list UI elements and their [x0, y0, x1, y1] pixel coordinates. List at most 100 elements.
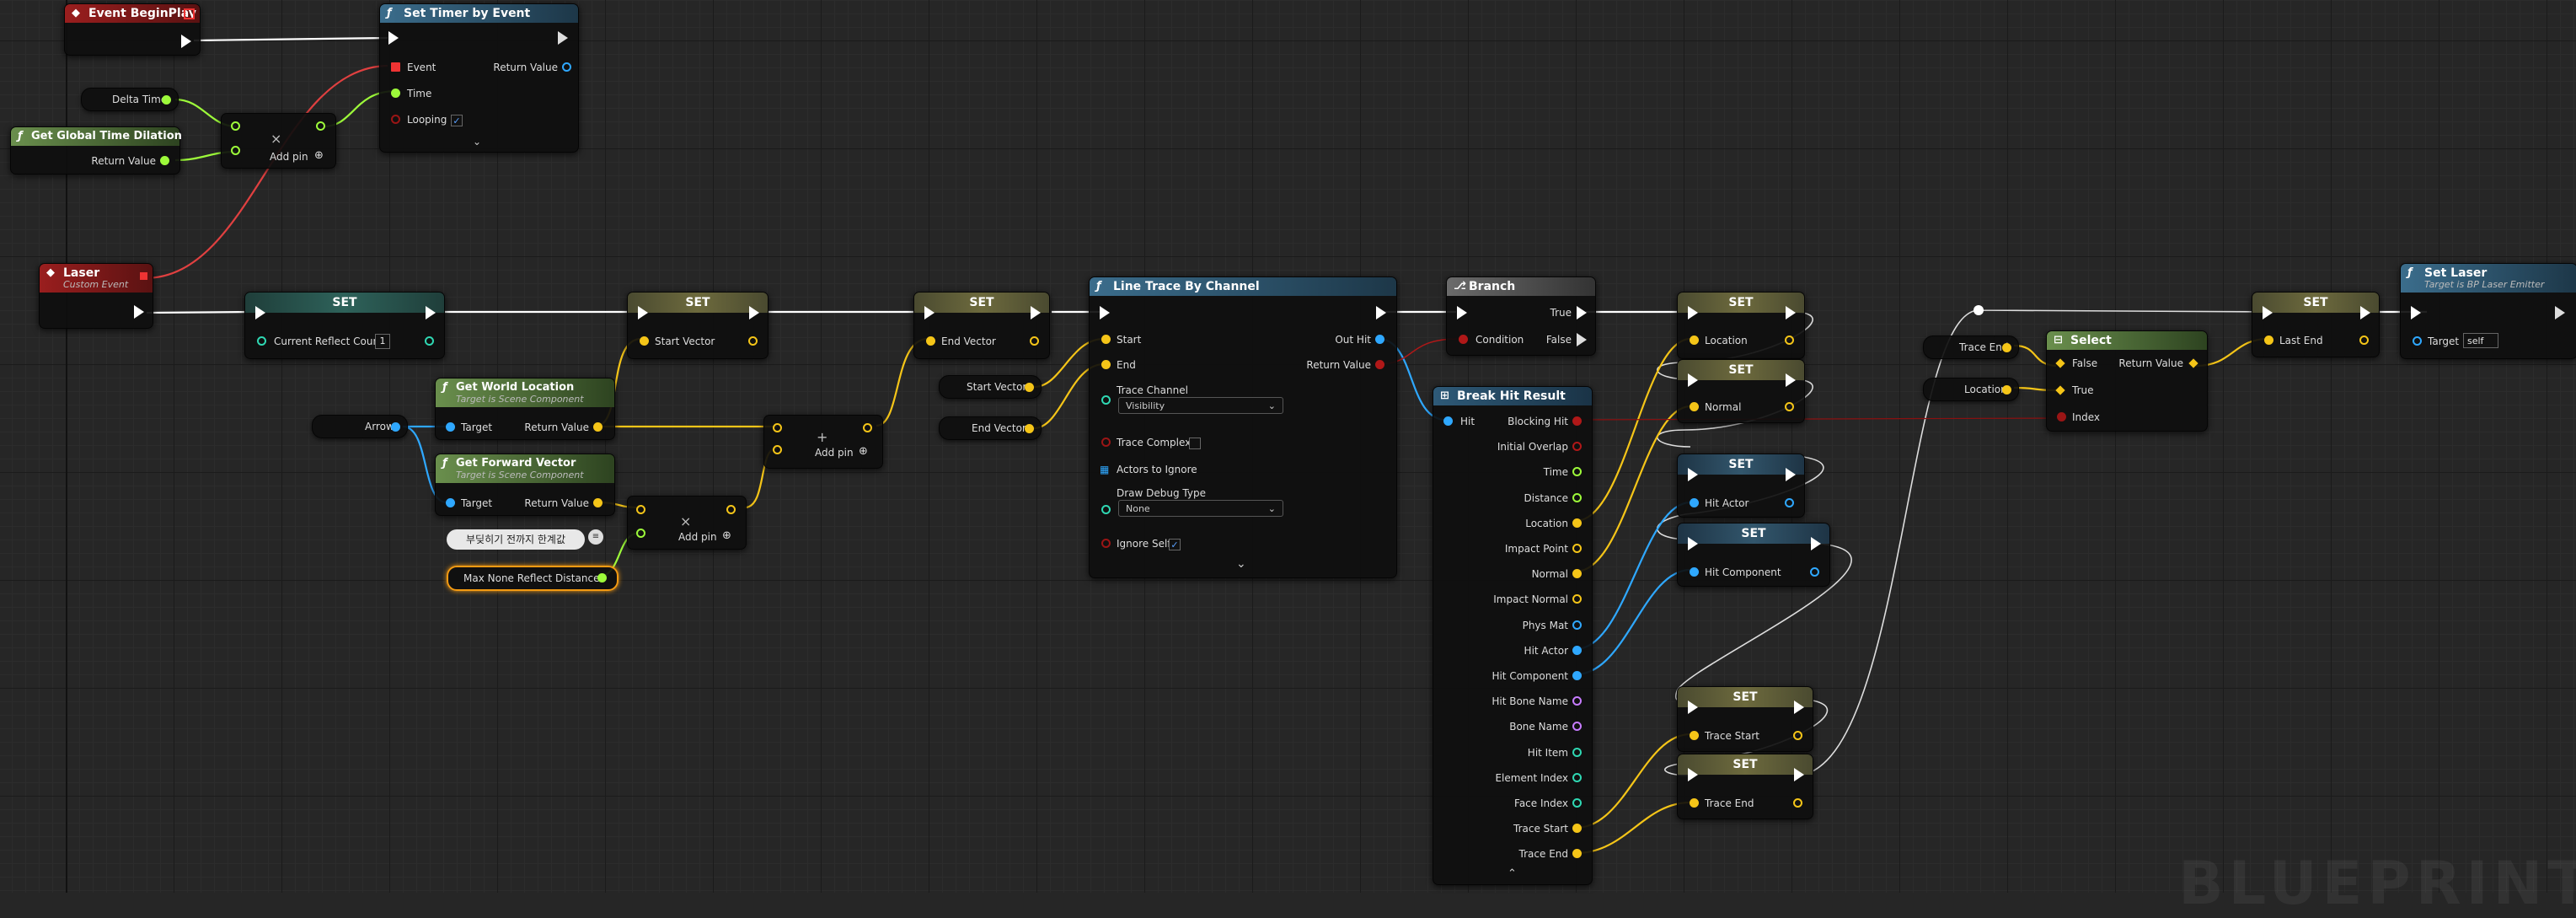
false-exec-pin[interactable]	[1577, 333, 1587, 346]
exec-in-pin[interactable]	[924, 306, 935, 319]
object-in-pin[interactable]	[1690, 498, 1699, 507]
vector-in-pin[interactable]	[1690, 336, 1699, 345]
result-pin[interactable]	[316, 121, 325, 131]
vector-in-pin[interactable]	[926, 336, 935, 346]
exec-out-pin[interactable]	[134, 305, 144, 319]
vector-in-pin[interactable]	[1690, 402, 1699, 411]
vector-out-pin[interactable]	[1785, 402, 1794, 411]
object-out-pin[interactable]	[1785, 498, 1794, 507]
reflect-count-input[interactable]: 1	[375, 334, 390, 349]
multiply-vector-node[interactable]: × Add pin ⊕	[627, 496, 747, 550]
exec-in-pin[interactable]	[1688, 537, 1698, 550]
get-world-location-node[interactable]: ƒ Get World Location Target is Scene Comp…	[435, 378, 615, 440]
result-pin[interactable]	[726, 505, 736, 514]
exec-out-pin[interactable]	[1811, 537, 1821, 550]
exec-out-pin[interactable]	[181, 35, 191, 48]
add-pin-icon[interactable]: ⊕	[722, 529, 731, 542]
comment-bubble[interactable]: 부딪히기 전까지 한계값	[447, 529, 585, 550]
exec-out-pin[interactable]	[426, 306, 436, 319]
ignore-self-pin[interactable]	[1101, 539, 1111, 548]
int-in-pin[interactable]	[257, 336, 266, 346]
break-hit-output-pin[interactable]	[1572, 696, 1582, 706]
branch-node[interactable]: ⎇ Branch Condition True False	[1446, 276, 1596, 356]
laser-custom-event-node[interactable]: ◆ Laser Custom Event	[39, 263, 153, 329]
object-out-pin[interactable]	[391, 422, 400, 432]
b-pin[interactable]	[231, 146, 240, 155]
index-pin[interactable]	[2057, 412, 2066, 421]
set-start-vector-node[interactable]: SET Start Vector	[627, 292, 769, 359]
looping-pin[interactable]	[391, 115, 400, 124]
exec-in-pin[interactable]	[388, 31, 399, 45]
set-end-vector-node[interactable]: SET End Vector	[913, 292, 1050, 359]
set-hit-actor-node[interactable]: SET Hit Actor	[1677, 454, 1805, 518]
exec-in-pin[interactable]	[638, 306, 648, 319]
exec-in-pin[interactable]	[1688, 373, 1698, 387]
vector-out-pin[interactable]	[1793, 731, 1802, 740]
target-pin[interactable]	[446, 422, 455, 432]
start-pin[interactable]	[1101, 335, 1111, 344]
draw-debug-dropdown[interactable]: None ⌄	[1118, 500, 1283, 517]
draw-debug-pin[interactable]	[1101, 505, 1111, 514]
ignore-self-checkbox[interactable]: ✓	[1169, 539, 1181, 550]
break-hit-output-pin[interactable]	[1572, 824, 1582, 834]
exec-in-pin[interactable]	[1688, 306, 1698, 319]
break-hit-output-pin[interactable]	[1572, 442, 1582, 452]
event-pin[interactable]	[391, 62, 400, 72]
break-hit-output-pin[interactable]	[1572, 467, 1582, 477]
set-trace-start-node[interactable]: SET Trace Start	[1677, 686, 1813, 752]
reroute-knot[interactable]	[1974, 305, 1984, 315]
expand-chevron-icon[interactable]: ⌄	[1236, 557, 1246, 571]
target-pin[interactable]	[446, 498, 455, 507]
break-hit-output-pin[interactable]	[1572, 747, 1582, 757]
target-pin[interactable]	[2413, 336, 2422, 346]
vector-out-pin[interactable]	[1030, 336, 1039, 346]
break-hit-output-pin[interactable]	[1572, 671, 1582, 680]
trace-channel-dropdown[interactable]: Visibility ⌄	[1118, 397, 1283, 414]
float-out-pin[interactable]	[597, 573, 607, 582]
trace-end-getter[interactable]: Trace End	[1923, 336, 2019, 359]
break-hit-output-pin[interactable]	[1572, 492, 1582, 502]
get-forward-vector-node[interactable]: ƒ Get Forward Vector Target is Scene Comp…	[435, 454, 615, 516]
vector-out-pin[interactable]	[748, 336, 758, 346]
break-hit-output-pin[interactable]	[1572, 798, 1582, 808]
exec-in-pin[interactable]	[1688, 468, 1698, 481]
set-trace-end-node[interactable]: SET Trace End	[1677, 754, 1813, 819]
exec-out-pin[interactable]	[1786, 468, 1796, 481]
end-vector-getter[interactable]: End Vector	[939, 416, 1042, 440]
line-trace-by-channel-node[interactable]: ƒ Line Trace By Channel Start End Trace C…	[1089, 276, 1397, 578]
vector-in-pin[interactable]	[2264, 336, 2273, 345]
int-out-pin[interactable]	[425, 336, 434, 346]
break-hit-output-pin[interactable]	[1572, 544, 1582, 553]
arrow-getter[interactable]: Arrow	[312, 415, 408, 438]
exec-out-pin[interactable]	[1794, 701, 1804, 714]
break-hit-output-pin[interactable]	[1572, 772, 1582, 782]
exec-in-pin[interactable]	[2411, 306, 2421, 319]
vector-out-pin[interactable]	[2002, 385, 2011, 395]
expand-chevron-icon[interactable]: ⌄	[473, 136, 481, 148]
exec-in-pin[interactable]	[2263, 306, 2273, 319]
vector-out-pin[interactable]	[2359, 336, 2369, 345]
add-pin-button[interactable]: Add pin	[815, 446, 854, 459]
collapse-chevron-icon[interactable]: ⌃	[1508, 867, 1517, 880]
break-hit-output-pin[interactable]	[1572, 594, 1582, 604]
set-laser-node[interactable]: ƒ Set Laser Target is BP Laser Emitter Ta…	[2400, 263, 2576, 359]
exec-in-pin[interactable]	[255, 306, 265, 319]
false-pin[interactable]	[2055, 358, 2065, 368]
start-vector-getter[interactable]: Start Vector	[939, 375, 1042, 399]
break-hit-output-pin[interactable]	[1572, 416, 1582, 426]
add-pin-button[interactable]: Add pin	[678, 530, 717, 544]
break-hit-result-node[interactable]: ⊞ Break Hit Result Hit Blocking Hit Initia…	[1433, 386, 1593, 885]
return-value-pin[interactable]	[593, 498, 602, 507]
exec-out-pin[interactable]	[2555, 306, 2565, 319]
add-pin-icon[interactable]: ⊕	[314, 149, 324, 162]
return-value-pin[interactable]	[562, 62, 571, 72]
set-current-reflect-count-node[interactable]: SET Current Reflect Count 1	[244, 292, 445, 359]
break-hit-output-pin[interactable]	[1572, 722, 1582, 732]
exec-out-pin[interactable]	[558, 31, 568, 45]
break-hit-output-pin[interactable]	[1572, 569, 1582, 579]
vector-out-pin[interactable]	[2002, 343, 2011, 352]
exec-out-pin[interactable]	[2360, 306, 2370, 319]
set-hit-component-node[interactable]: SET Hit Component	[1677, 523, 1830, 587]
float-out-pin[interactable]	[162, 95, 171, 105]
max-none-reflect-distance-getter[interactable]: Max None Reflect Distance	[447, 566, 619, 591]
